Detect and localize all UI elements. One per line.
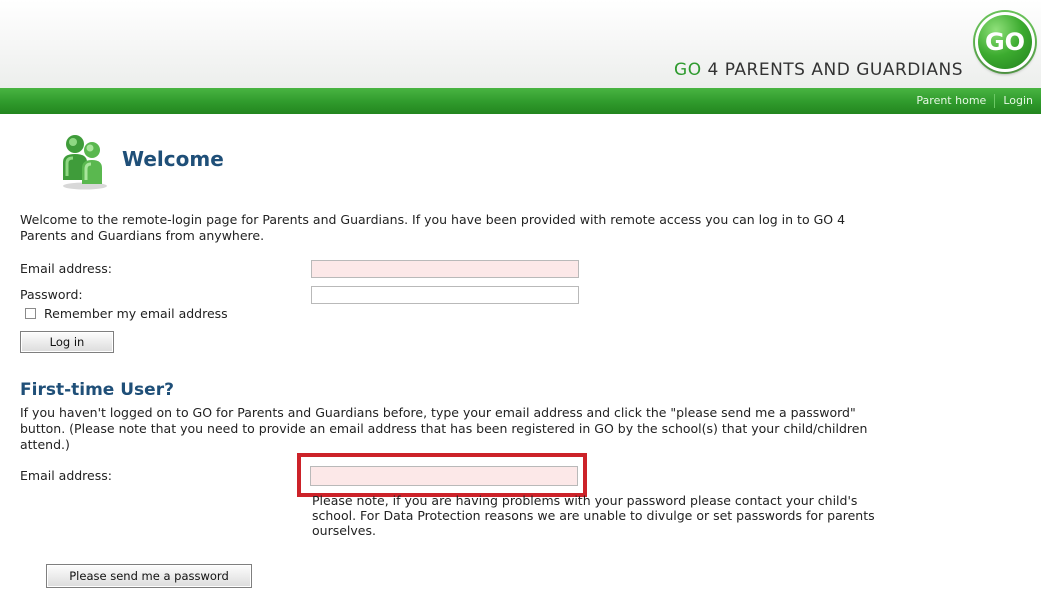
first-time-user-title: First-time User? — [20, 380, 174, 400]
nav-links: Parent home Login — [908, 88, 1041, 114]
nav-bar: Parent home Login — [0, 88, 1041, 114]
remember-email-label: Remember my email address — [44, 306, 228, 321]
welcome-intro-text: Welcome to the remote-login page for Par… — [20, 212, 846, 243]
brand-title: GO 4 PARENTS AND GUARDIANS — [674, 60, 963, 80]
password-label: Password: — [20, 287, 83, 302]
go-logo: GO — [975, 12, 1035, 72]
nav-link-parent-home[interactable]: Parent home — [908, 94, 994, 108]
brand-go-text: GO — [674, 60, 702, 80]
password-input[interactable] — [311, 286, 579, 304]
highlight-box — [297, 453, 587, 497]
login-email-input[interactable] — [311, 260, 579, 278]
login-email-label: Email address: — [20, 261, 112, 276]
brand-rest-text: 4 PARENTS AND GUARDIANS — [701, 60, 963, 80]
remember-email-checkbox[interactable] — [25, 308, 36, 319]
welcome-title: Welcome — [122, 147, 224, 171]
password-help-note: Please note, if you are having problems … — [312, 493, 875, 538]
nav-link-login[interactable]: Login — [994, 94, 1041, 108]
first-time-user-text: If you haven't logged on to GO for Paren… — [20, 405, 868, 452]
send-password-button[interactable]: Please send me a password — [46, 564, 252, 588]
header-bar: GO 4 PARENTS AND GUARDIANS GO — [0, 0, 1041, 88]
log-in-button[interactable]: Log in — [20, 331, 114, 353]
first-time-email-label: Email address: — [20, 468, 112, 483]
parents-icon — [63, 135, 107, 190]
